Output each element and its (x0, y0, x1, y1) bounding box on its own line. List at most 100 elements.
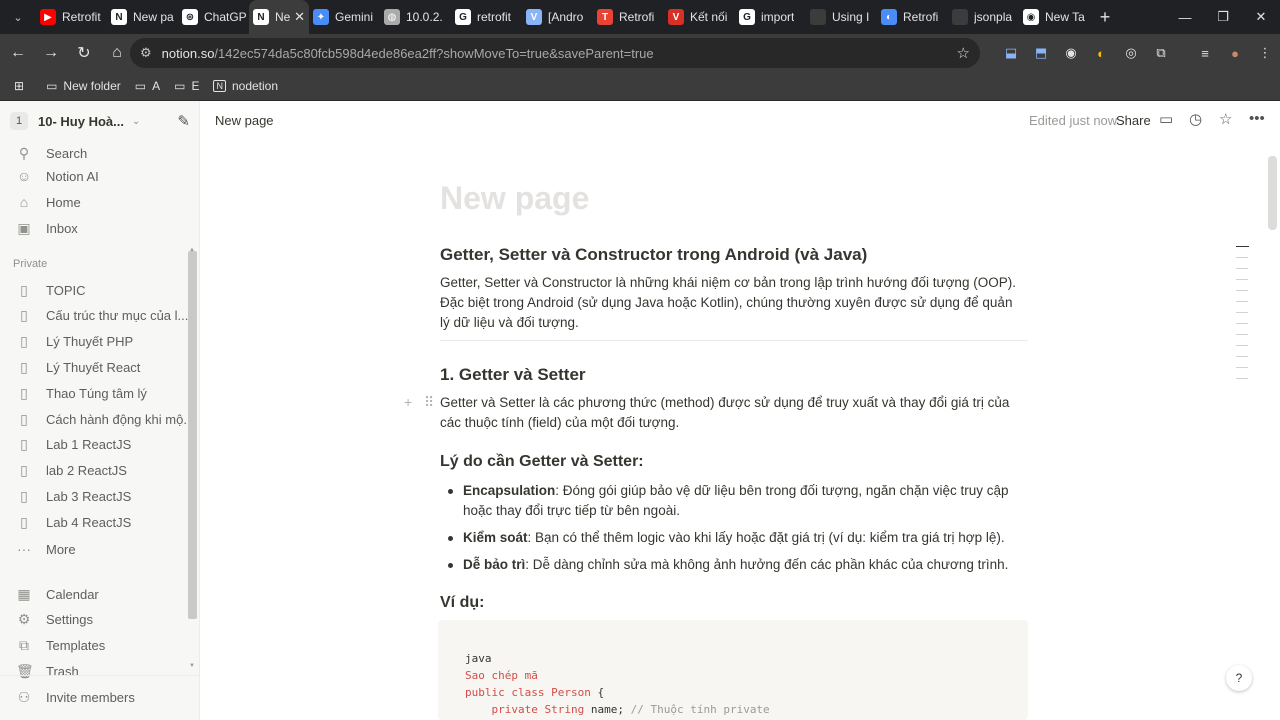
comments-icon[interactable]: ▭ (1159, 110, 1173, 128)
code-language-label[interactable]: java (465, 652, 492, 665)
browser-tab[interactable]: N Ne ✕ (249, 0, 309, 34)
tab-search-button[interactable]: ⌄ (0, 0, 36, 34)
sidebar-more[interactable]: ··· More (8, 536, 188, 562)
bookmark-new-folder[interactable]: ▭ New folder (46, 79, 121, 93)
translate-extension-icon[interactable]: ⬓ (996, 40, 1026, 66)
trash-icon: 🗑 (16, 662, 34, 679)
drag-handle-icon[interactable]: ⠿ (424, 394, 434, 411)
minimize-button[interactable]: — (1166, 0, 1204, 34)
browser-tab[interactable]: Gimport (735, 0, 806, 34)
sidebar-scrollbar-thumb[interactable] (188, 251, 197, 619)
puzzle-extensions-icon[interactable]: ⧉ (1146, 40, 1176, 66)
address-bar[interactable]: ⚙ notion.so/142ec574da5c80fcb598d4ede86e… (130, 38, 980, 68)
heading-example[interactable]: Ví dụ: (440, 594, 484, 612)
sidebar-item-trash[interactable]: 🗑 Trash (8, 658, 188, 684)
extension-icon[interactable]: ⬒ (1026, 40, 1056, 66)
bookmark-star-icon[interactable]: ☆ (957, 44, 970, 62)
browser-menu-icon[interactable]: ⋮ (1250, 40, 1280, 66)
apps-grid-icon[interactable]: ⊞ (14, 79, 24, 93)
back-button[interactable]: ← (3, 38, 33, 68)
site-info-icon[interactable]: ⚙ (140, 45, 152, 61)
profile-avatar[interactable]: ● (1220, 40, 1250, 66)
bullet-term: Encapsulation (463, 483, 556, 498)
sidebar-page-item[interactable]: ▯ Lý Thuyết React (8, 354, 188, 380)
heading-main[interactable]: Getter, Setter và Constructor trong Andr… (440, 245, 867, 265)
list-item[interactable]: Kiểm soát: Bạn có thể thêm logic vào khi… (448, 528, 1028, 548)
tab-favicon-icon: ◐ (881, 9, 897, 25)
sidebar-item-calendar[interactable]: ▦ Calendar (8, 581, 188, 607)
tab-title: retrofit (477, 10, 512, 24)
code-keyword: public class (465, 686, 545, 699)
workspace-icon: 1 (10, 112, 28, 130)
forward-button[interactable]: → (36, 38, 66, 68)
sidebar-item-templates[interactable]: ⧉ Templates (8, 632, 188, 658)
sidebar-item-settings[interactable]: ⚙ Settings (8, 606, 188, 632)
history-clock-icon[interactable]: ◷ (1189, 110, 1202, 128)
bookmark-nodetion[interactable]: Nnodetion (213, 79, 278, 93)
invite-members-button[interactable]: ⚇ Invite members (8, 684, 188, 710)
sidebar-page-item[interactable]: ▯ Lab 3 ReactJS (8, 483, 188, 509)
sidebar-page-item[interactable]: ▯ Lý Thuyết PHP (8, 329, 188, 355)
new-page-compose-icon[interactable]: ✎ (177, 112, 190, 130)
table-of-contents-rail[interactable] (1236, 246, 1250, 389)
sidebar-scroll-down-arrow[interactable]: ▼ (189, 663, 195, 669)
sidebar-item-inbox[interactable]: ▣ Inbox (8, 215, 188, 241)
page-icon: ▯ (20, 513, 28, 530)
tab-favicon-icon: V (526, 9, 542, 25)
sidebar-page-item[interactable]: ▯ lab 2 ReactJS (8, 458, 188, 484)
browser-tab[interactable]: ⊛ ChatGP (178, 0, 249, 34)
browser-tab[interactable]: N New pa (107, 0, 178, 34)
color-extension-icon[interactable]: ◐ (1086, 40, 1116, 66)
list-item[interactable]: Dễ bảo trì: Dễ dàng chỉnh sửa mà không ả… (448, 555, 1028, 575)
list-item[interactable]: Encapsulation: Đóng gói giúp bảo vệ dữ l… (448, 481, 1028, 521)
camera-extension-icon[interactable]: ◉ (1056, 40, 1086, 66)
sidebar-page-item[interactable]: ▯ Lab 4 ReactJS (8, 509, 188, 535)
browser-tab[interactable]: ◉ New Ta (1019, 0, 1090, 34)
sidebar-item-home[interactable]: ⌂ Home (8, 189, 188, 215)
heading-why[interactable]: Lý do cần Getter và Setter: (440, 453, 644, 471)
help-button[interactable]: ? (1226, 665, 1252, 691)
new-tab-button[interactable]: + (1090, 0, 1120, 34)
close-tab-icon[interactable]: ✕ (294, 9, 305, 25)
favorite-star-icon[interactable]: ☆ (1219, 110, 1232, 128)
heading-getter-setter[interactable]: 1. Getter và Setter (440, 365, 586, 385)
browser-tab[interactable]: Using I (806, 0, 877, 34)
compass-extension-icon[interactable]: ◎ (1116, 40, 1146, 66)
browser-tab[interactable]: ▶ Retrofit (36, 0, 107, 34)
workspace-switcher[interactable]: 1 10- Huy Hoà... ⌄ ✎ (10, 109, 190, 133)
browser-tab[interactable]: jsonpla (948, 0, 1019, 34)
code-block[interactable]: java Sao chép mã public class Person { p… (438, 620, 1028, 720)
home-button[interactable]: ⌂ (102, 38, 132, 68)
browser-tab[interactable]: ◐ Retrofi (877, 0, 948, 34)
browser-tab[interactable]: T Retrofi (593, 0, 664, 34)
media-control-icon[interactable]: ≡ (1190, 40, 1220, 66)
add-block-plus-icon[interactable]: + (404, 394, 412, 410)
sidebar-page-item[interactable]: ▯ Thao Túng tâm lý (8, 380, 188, 406)
page-scrollbar-thumb[interactable] (1268, 156, 1277, 230)
browser-tab[interactable]: V [Andro (522, 0, 593, 34)
bookmark-a[interactable]: ▭ A (135, 79, 160, 93)
reload-button[interactable]: ↻ (69, 38, 99, 68)
sidebar-item-notion-ai[interactable]: ☺ Notion AI (8, 163, 188, 189)
intro-paragraph[interactable]: Getter, Setter và Constructor là những k… (440, 273, 1025, 333)
more-options-icon[interactable]: ••• (1249, 110, 1265, 127)
bookmark-e[interactable]: ▭ E (174, 79, 199, 93)
sidebar-page-item[interactable]: ▯ TOPIC (8, 277, 188, 303)
sidebar-page-item[interactable]: ▯ Cấu trúc thư mục của l... (8, 303, 188, 329)
browser-tab[interactable]: ◍ 10.0.2. (380, 0, 451, 34)
maximize-button[interactable]: ❐ (1204, 0, 1242, 34)
invite-user-icon: ⚇ (17, 688, 31, 705)
browser-tab[interactable]: Gretrofit (451, 0, 522, 34)
getter-setter-paragraph[interactable]: Getter và Setter là các phương thức (met… (440, 393, 1025, 433)
sidebar-page-item[interactable]: ▯ Lab 1 ReactJS (8, 432, 188, 458)
share-button[interactable]: Share (1116, 113, 1151, 128)
tab-favicon-icon: V (668, 9, 684, 25)
code-comment: // Thuộc tính private (623, 703, 770, 716)
page-title[interactable]: New page (440, 180, 589, 217)
browser-tab[interactable]: ✦ Gemini (309, 0, 380, 34)
copy-code-text[interactable]: Sao chép mã (465, 669, 538, 682)
browser-tab[interactable]: V Kết nối (664, 0, 735, 34)
close-window-button[interactable]: ✕ (1242, 0, 1280, 34)
sidebar-page-item[interactable]: ▯ Cách hành động khi mộ... (8, 406, 188, 432)
breadcrumb[interactable]: New page (215, 113, 274, 128)
